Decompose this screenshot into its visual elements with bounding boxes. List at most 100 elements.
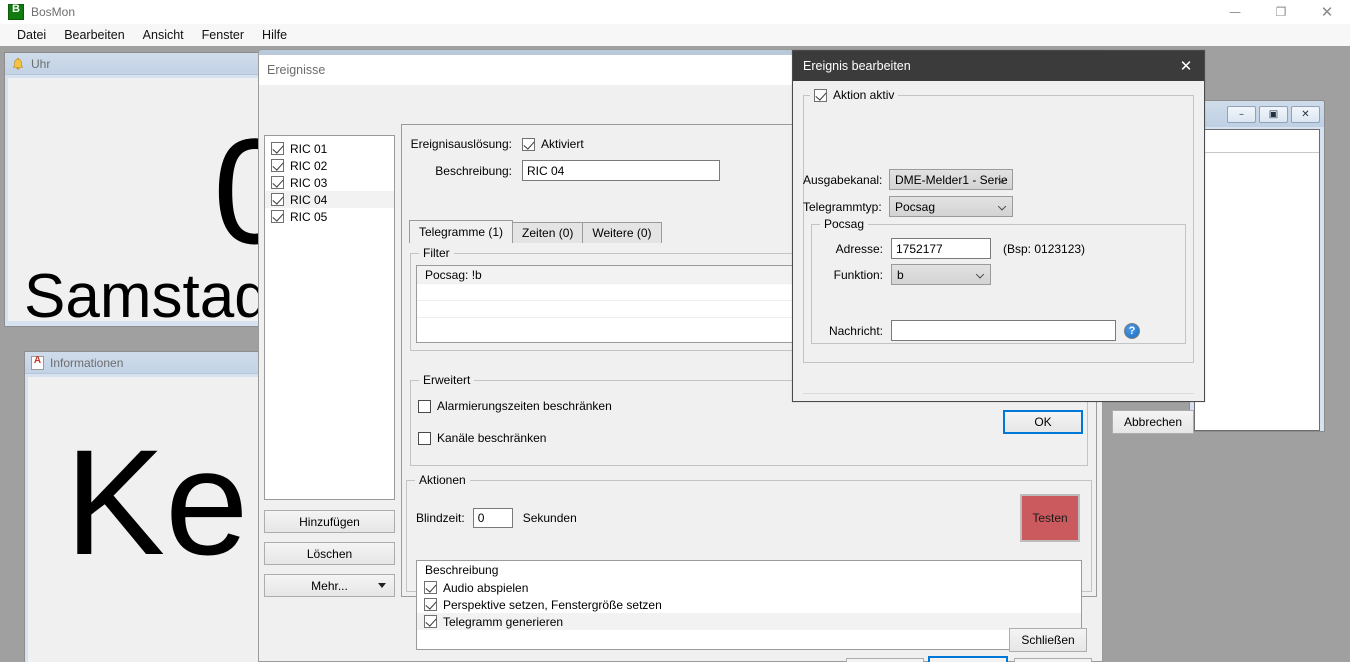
- list-item[interactable]: Perspektive setzen, Fenstergröße setzen: [417, 596, 1081, 613]
- ausgabekanal-row: Ausgabekanal: DME-Melder1 - Serie: [803, 169, 1013, 190]
- uhr-titlebar[interactable]: Uhr: [5, 53, 295, 75]
- menu-ansicht[interactable]: Ansicht: [134, 26, 193, 44]
- alarm-times-checkbox[interactable]: [418, 400, 431, 413]
- channels-row: Kanäle beschränken: [418, 431, 546, 445]
- close-dialog-button[interactable]: Schließen: [1009, 628, 1087, 652]
- actions-list[interactable]: Beschreibung Audio abspielen Perspektive…: [416, 560, 1082, 650]
- adresse-input[interactable]: 1752177: [891, 238, 991, 259]
- aktion-aktiv-label: Aktion aktiv: [833, 88, 894, 102]
- list-item[interactable]: RIC 05: [265, 208, 394, 225]
- funktion-select[interactable]: b: [891, 264, 991, 285]
- list-item[interactable]: RIC 01: [265, 140, 394, 157]
- list-item-label: RIC 03: [290, 176, 327, 190]
- informationen-titlebar[interactable]: Informationen: [25, 352, 295, 374]
- more-ric-button[interactable]: Mehr...: [264, 574, 395, 597]
- list-item[interactable]: RIC 04: [265, 191, 394, 208]
- uhr-title-text: Uhr: [31, 57, 50, 71]
- window-controls: — ❐ ✕: [1212, 0, 1350, 24]
- checkbox-icon[interactable]: [271, 176, 284, 189]
- informationen-text: Kei: [65, 427, 282, 577]
- menu-datei[interactable]: Datei: [8, 26, 55, 44]
- nachricht-label: Nachricht:: [811, 324, 883, 338]
- testen-button[interactable]: Testen: [1020, 494, 1080, 542]
- ausgabekanal-label: Ausgabekanal:: [803, 173, 881, 187]
- dialog-close-icon[interactable]: ✕: [1168, 51, 1204, 81]
- checkbox-icon[interactable]: [424, 615, 437, 628]
- list-item-label: RIC 05: [290, 210, 327, 224]
- list-item-label: Audio abspielen: [443, 581, 528, 595]
- mdi-restore-button[interactable]: ▣: [1259, 106, 1288, 123]
- tab-telegramme[interactable]: Telegramme (1): [409, 220, 513, 243]
- minimize-button[interactable]: —: [1212, 0, 1258, 24]
- checkbox-icon[interactable]: [271, 159, 284, 172]
- list-item[interactable]: Telegramm generieren: [417, 613, 1081, 630]
- channels-label: Kanäle beschränken: [437, 431, 546, 445]
- dialog-title-text: Ereignis bearbeiten: [803, 59, 911, 73]
- delete-ric-button[interactable]: Löschen: [264, 542, 395, 565]
- blindzeit-input[interactable]: 0: [473, 508, 513, 528]
- list-item[interactable]: RIC 02: [265, 157, 394, 174]
- app-titlebar: BosMon — ❐ ✕: [0, 0, 1350, 24]
- aktion-aktiv-checkbox[interactable]: [814, 89, 827, 102]
- list-item-label: RIC 04: [290, 193, 327, 207]
- trigger-row: Ereignisauslösung: Aktiviert: [410, 137, 584, 151]
- chevron-down-icon: [998, 202, 1006, 210]
- telegrammtyp-select[interactable]: Pocsag: [889, 196, 1013, 217]
- tab-zeiten[interactable]: Zeiten (0): [512, 222, 583, 243]
- trigger-label: Ereignisauslösung:: [410, 137, 512, 151]
- dialog-ereignis-bearbeiten[interactable]: Ereignis bearbeiten ✕ Aktion aktiv Ausga…: [792, 50, 1205, 402]
- filter-group-label: Filter: [419, 246, 454, 260]
- menu-hilfe[interactable]: Hilfe: [253, 26, 296, 44]
- checkbox-icon[interactable]: [424, 598, 437, 611]
- close-button[interactable]: ✕: [1304, 0, 1350, 24]
- uhr-content: 0 Samstag,: [5, 75, 295, 324]
- ric-list[interactable]: RIC 01 RIC 02 RIC 03 RIC 04: [264, 135, 395, 500]
- ok-button[interactable]: OK: [1003, 410, 1083, 434]
- checkbox-icon[interactable]: [271, 210, 284, 223]
- menu-bearbeiten[interactable]: Bearbeiten: [55, 26, 133, 44]
- description-input[interactable]: RIC 04: [522, 160, 720, 181]
- trigger-checkbox-label: Aktiviert: [541, 137, 584, 151]
- list-item-label: Telegramm generieren: [443, 615, 563, 629]
- actions-list-header: Beschreibung: [417, 561, 1081, 579]
- ausgabekanal-value: DME-Melder1 - Serie: [895, 173, 1008, 187]
- add-ric-button[interactable]: Hinzufügen: [264, 510, 395, 533]
- more-ric-button-label: Mehr...: [311, 579, 348, 593]
- mdi-minimize-button[interactable]: –: [1227, 106, 1256, 123]
- pocsag-group-label: Pocsag: [820, 217, 868, 231]
- nachricht-input[interactable]: [891, 320, 1116, 341]
- add-action-button[interactable]: Hinzufügen: [846, 658, 924, 662]
- document-a-icon: [31, 356, 44, 370]
- checkbox-icon[interactable]: [271, 193, 284, 206]
- cancel-button[interactable]: Abbrechen: [1112, 410, 1194, 434]
- funktion-row: Funktion: b: [811, 264, 991, 285]
- mdi-close-button[interactable]: ✕: [1291, 106, 1320, 123]
- background-right-titlebar: – ▣ ✕: [1190, 101, 1324, 127]
- window-background-right[interactable]: – ▣ ✕: [1189, 100, 1325, 432]
- edit-action-button[interactable]: Bearbeiten...: [928, 656, 1008, 662]
- trigger-checkbox[interactable]: [522, 138, 535, 151]
- tab-weitere[interactable]: Weitere (0): [582, 222, 661, 243]
- dialog-body: Aktion aktiv Ausgabekanal: DME-Melder1 -…: [793, 81, 1204, 401]
- ausgabekanal-select[interactable]: DME-Melder1 - Serie: [889, 169, 1013, 190]
- description-row: Beschreibung: RIC 04: [410, 160, 720, 181]
- checkbox-icon[interactable]: [424, 581, 437, 594]
- delete-action-button[interactable]: Löschen: [1014, 658, 1092, 662]
- list-item-label: Perspektive setzen, Fenstergröße setzen: [443, 598, 662, 612]
- help-icon[interactable]: ?: [1124, 323, 1140, 339]
- maximize-button[interactable]: ❐: [1258, 0, 1304, 24]
- channels-checkbox[interactable]: [418, 432, 431, 445]
- adresse-hint: (Bsp: 0123123): [1003, 242, 1085, 256]
- bell-icon: [11, 57, 25, 71]
- telegrammtyp-value: Pocsag: [895, 200, 935, 214]
- window-uhr[interactable]: Uhr 0 Samstag,: [4, 52, 296, 327]
- checkbox-icon[interactable]: [271, 142, 284, 155]
- menu-fenster[interactable]: Fenster: [193, 26, 253, 44]
- list-item[interactable]: Audio abspielen: [417, 579, 1081, 596]
- erweitert-group-label: Erweitert: [419, 373, 474, 387]
- ric-panel: RIC 01 RIC 02 RIC 03 RIC 04: [264, 135, 395, 597]
- divider: [1195, 152, 1319, 153]
- window-informationen[interactable]: Informationen Kei: [24, 351, 296, 662]
- list-item[interactable]: RIC 03: [265, 174, 394, 191]
- dialog-divider: [803, 393, 1194, 394]
